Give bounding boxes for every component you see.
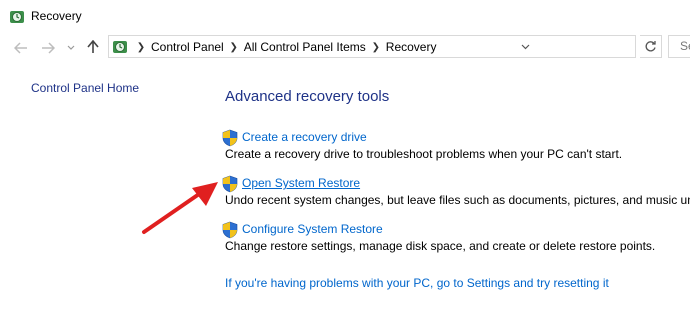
title-bar: Recovery [0, 0, 690, 32]
control-panel-icon [113, 41, 127, 53]
forward-button[interactable] [39, 39, 57, 57]
chevron-down-icon [67, 45, 75, 50]
breadcrumb-control-panel[interactable]: Control Panel [151, 40, 224, 54]
back-arrow-icon [14, 42, 27, 54]
breadcrumb: ❯ Control Panel ❯ All Control Panel Item… [131, 40, 437, 54]
breadcrumb-recovery[interactable]: Recovery [386, 40, 437, 54]
search-input[interactable]: Se [668, 35, 690, 58]
breadcrumb-separator-icon[interactable]: ❯ [366, 42, 386, 53]
open-system-restore-description: Undo recent system changes, but leave fi… [225, 193, 690, 207]
configure-system-restore-description: Change restore settings, manage disk spa… [225, 239, 656, 253]
breadcrumb-separator-icon[interactable]: ❯ [224, 42, 244, 53]
up-arrow-icon [87, 40, 99, 53]
forward-arrow-icon [42, 42, 55, 54]
chevron-down-icon [521, 44, 529, 49]
up-button[interactable] [85, 38, 101, 56]
uac-shield-icon [222, 129, 238, 147]
breadcrumb-separator-icon[interactable]: ❯ [131, 42, 151, 53]
reset-pc-link[interactable]: If you're having problems with your PC, … [225, 276, 609, 290]
address-bar[interactable]: ❯ Control Panel ❯ All Control Panel Item… [108, 35, 636, 58]
uac-shield-icon [222, 175, 238, 193]
control-panel-home-link[interactable]: Control Panel Home [31, 81, 139, 95]
window-title: Recovery [31, 9, 82, 23]
page-title: Advanced recovery tools [225, 88, 390, 105]
breadcrumb-all-items[interactable]: All Control Panel Items [244, 40, 366, 54]
refresh-icon [645, 41, 656, 52]
recovery-icon [10, 11, 24, 23]
recent-locations-button[interactable] [64, 39, 78, 57]
open-system-restore-link[interactable]: Open System Restore [242, 176, 360, 190]
address-dropdown-button[interactable] [516, 37, 534, 56]
create-recovery-drive-link[interactable]: Create a recovery drive [242, 130, 367, 144]
refresh-button[interactable] [640, 35, 662, 58]
configure-system-restore-link[interactable]: Configure System Restore [242, 222, 383, 236]
back-button[interactable] [12, 39, 30, 57]
red-arrow-annotation [142, 182, 218, 234]
create-recovery-drive-description: Create a recovery drive to troubleshoot … [225, 147, 623, 161]
uac-shield-icon [222, 221, 238, 239]
